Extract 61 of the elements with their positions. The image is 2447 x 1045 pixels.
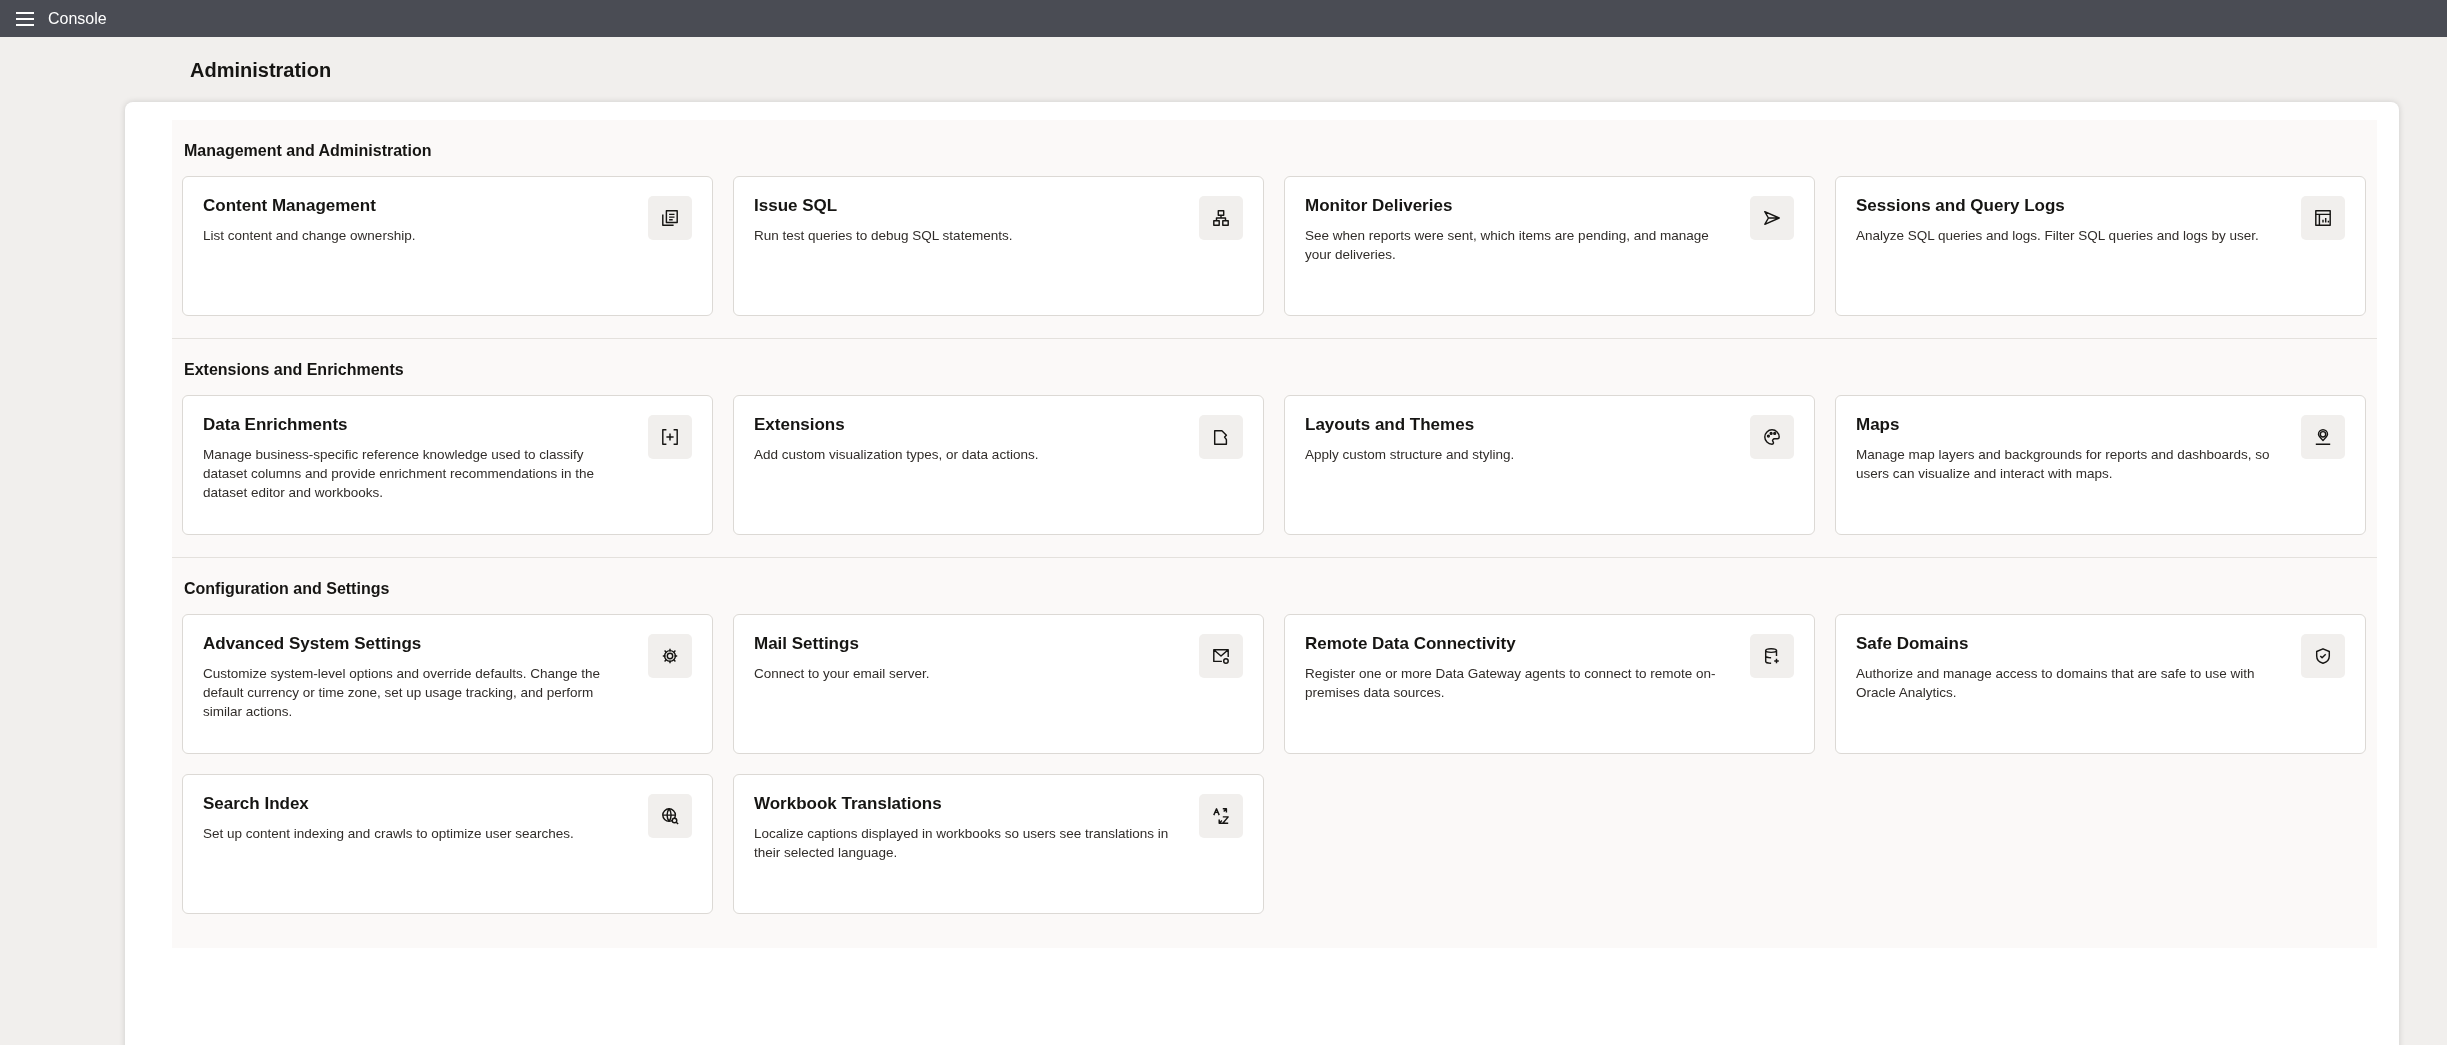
card-description: Apply custom structure and styling. (1305, 446, 1516, 464)
card-description: Localize captions displayed in workbooks so users see translations in their selected language. (754, 825, 1170, 862)
admin-card[interactable]: Safe Domains Authorize and manage access to domains that are safe to use with Oracle Analytics. (1835, 614, 2366, 754)
card-title: Layouts and Themes (1305, 415, 1476, 435)
card-title: Remote Data Connectivity (1305, 634, 1517, 654)
card-title: Content Management (203, 196, 377, 216)
admin-card[interactable]: Workbook Translations Localize captions displayed in workbooks so users see translations in their selected language. (733, 774, 1264, 914)
admin-card[interactable]: Layouts and Themes Apply custom structure and styling. (1284, 395, 1815, 535)
gear-icon (661, 647, 679, 665)
page-title: Administration (189, 58, 333, 83)
map-pin-icon (2314, 428, 2332, 446)
card-description: Authorize and manage access to domains that are safe to use with Oracle Analytics. (1856, 665, 2256, 702)
card-description: Customize system-level options and override defaults. Change the default currency or time zone, set up usage tracking, and perform similar actions. (203, 665, 601, 721)
card-description: List content and change ownership. (203, 227, 417, 245)
documents-icon (661, 209, 679, 227)
section-title: Configuration and Settings (184, 580, 391, 598)
admin-card[interactable]: Maps Manage map layers and backgrounds for reports and dashboards, so users can visualize and interact with maps. (1835, 395, 2366, 535)
card-description: Set up content indexing and crawls to optimize user searches. (203, 825, 575, 843)
card-description: Analyze SQL queries and logs. Filter SQL queries and logs by user. (1856, 227, 2260, 245)
card-description: Run test queries to debug SQL statements. (754, 227, 1014, 245)
admin-card[interactable]: Search Index Set up content indexing and crawls to optimize user searches. (182, 774, 713, 914)
mail-gear-icon (1212, 647, 1230, 665)
admin-card[interactable]: Content Management List content and change ownership. (182, 176, 713, 316)
card-title: Workbook Translations (754, 794, 943, 814)
card-description: Add custom visualization types, or data actions. (754, 446, 1040, 464)
app-title: Console (48, 9, 107, 28)
card-description: Connect to your email server. (754, 665, 931, 683)
sitemap-icon (1212, 209, 1230, 227)
card-description: Register one or more Data Gateway agents to connect to remote on-premises data sources. (1305, 665, 1717, 702)
shield-check-icon (2314, 647, 2332, 665)
admin-card[interactable]: Sessions and Query Logs Analyze SQL queries and logs. Filter SQL queries and logs by user. (1835, 176, 2366, 316)
globe-search-icon (661, 807, 679, 825)
admin-card[interactable]: Issue SQL Run test queries to debug SQL statements. (733, 176, 1264, 316)
card-description: Manage map layers and backgrounds for reports and dashboards, so users can visualize and interact with maps. (1856, 446, 2271, 483)
admin-card[interactable]: Data Enrichments Manage business-specific reference knowledge used to classify dataset columns and provide enrichment recommendations in the dataset editor and workbooks. (182, 395, 713, 535)
card-title: Maps (1856, 415, 1901, 435)
card-title: Monitor Deliveries (1305, 196, 1454, 216)
card-title: Data Enrichments (203, 415, 349, 435)
card-title: Safe Domains (1856, 634, 1970, 654)
translate-icon (1212, 807, 1230, 825)
card-title: Mail Settings (754, 634, 860, 654)
card-description: See when reports were sent, which items are pending, and manage your deliveries. (1305, 227, 1710, 264)
admin-card[interactable]: Extensions Add custom visualization types, or data actions. (733, 395, 1264, 535)
palette-icon (1763, 428, 1781, 446)
card-title: Advanced System Settings (203, 634, 423, 654)
card-title: Issue SQL (754, 196, 839, 216)
section-title: Extensions and Enrichments (184, 361, 405, 379)
report-icon (2314, 209, 2332, 227)
admin-card[interactable]: Mail Settings Connect to your email server. (733, 614, 1264, 754)
admin-card[interactable]: Advanced System Settings Customize system-level options and override defaults. Change the default currency or time zone, set up usage tracking, and perform similar actions. (182, 614, 713, 754)
card-title: Extensions (754, 415, 846, 435)
card-description: Manage business-specific reference knowledge used to classify dataset columns and provide enrichment recommendations in the dataset editor and workbooks. (203, 446, 595, 502)
admin-card[interactable]: Remote Data Connectivity Register one or more Data Gateway agents to connect to remote on-premises data sources. (1284, 614, 1815, 754)
admin-card[interactable]: Monitor Deliveries See when reports were sent, which items are pending, and manage your deliveries. (1284, 176, 1815, 316)
bracket-plus-icon (661, 428, 679, 446)
menu-icon[interactable] (16, 11, 34, 26)
card-title: Sessions and Query Logs (1856, 196, 2066, 216)
card-title: Search Index (203, 794, 310, 814)
section-title: Management and Administration (184, 142, 433, 160)
send-icon (1763, 209, 1781, 227)
database-plus-icon (1763, 647, 1781, 665)
